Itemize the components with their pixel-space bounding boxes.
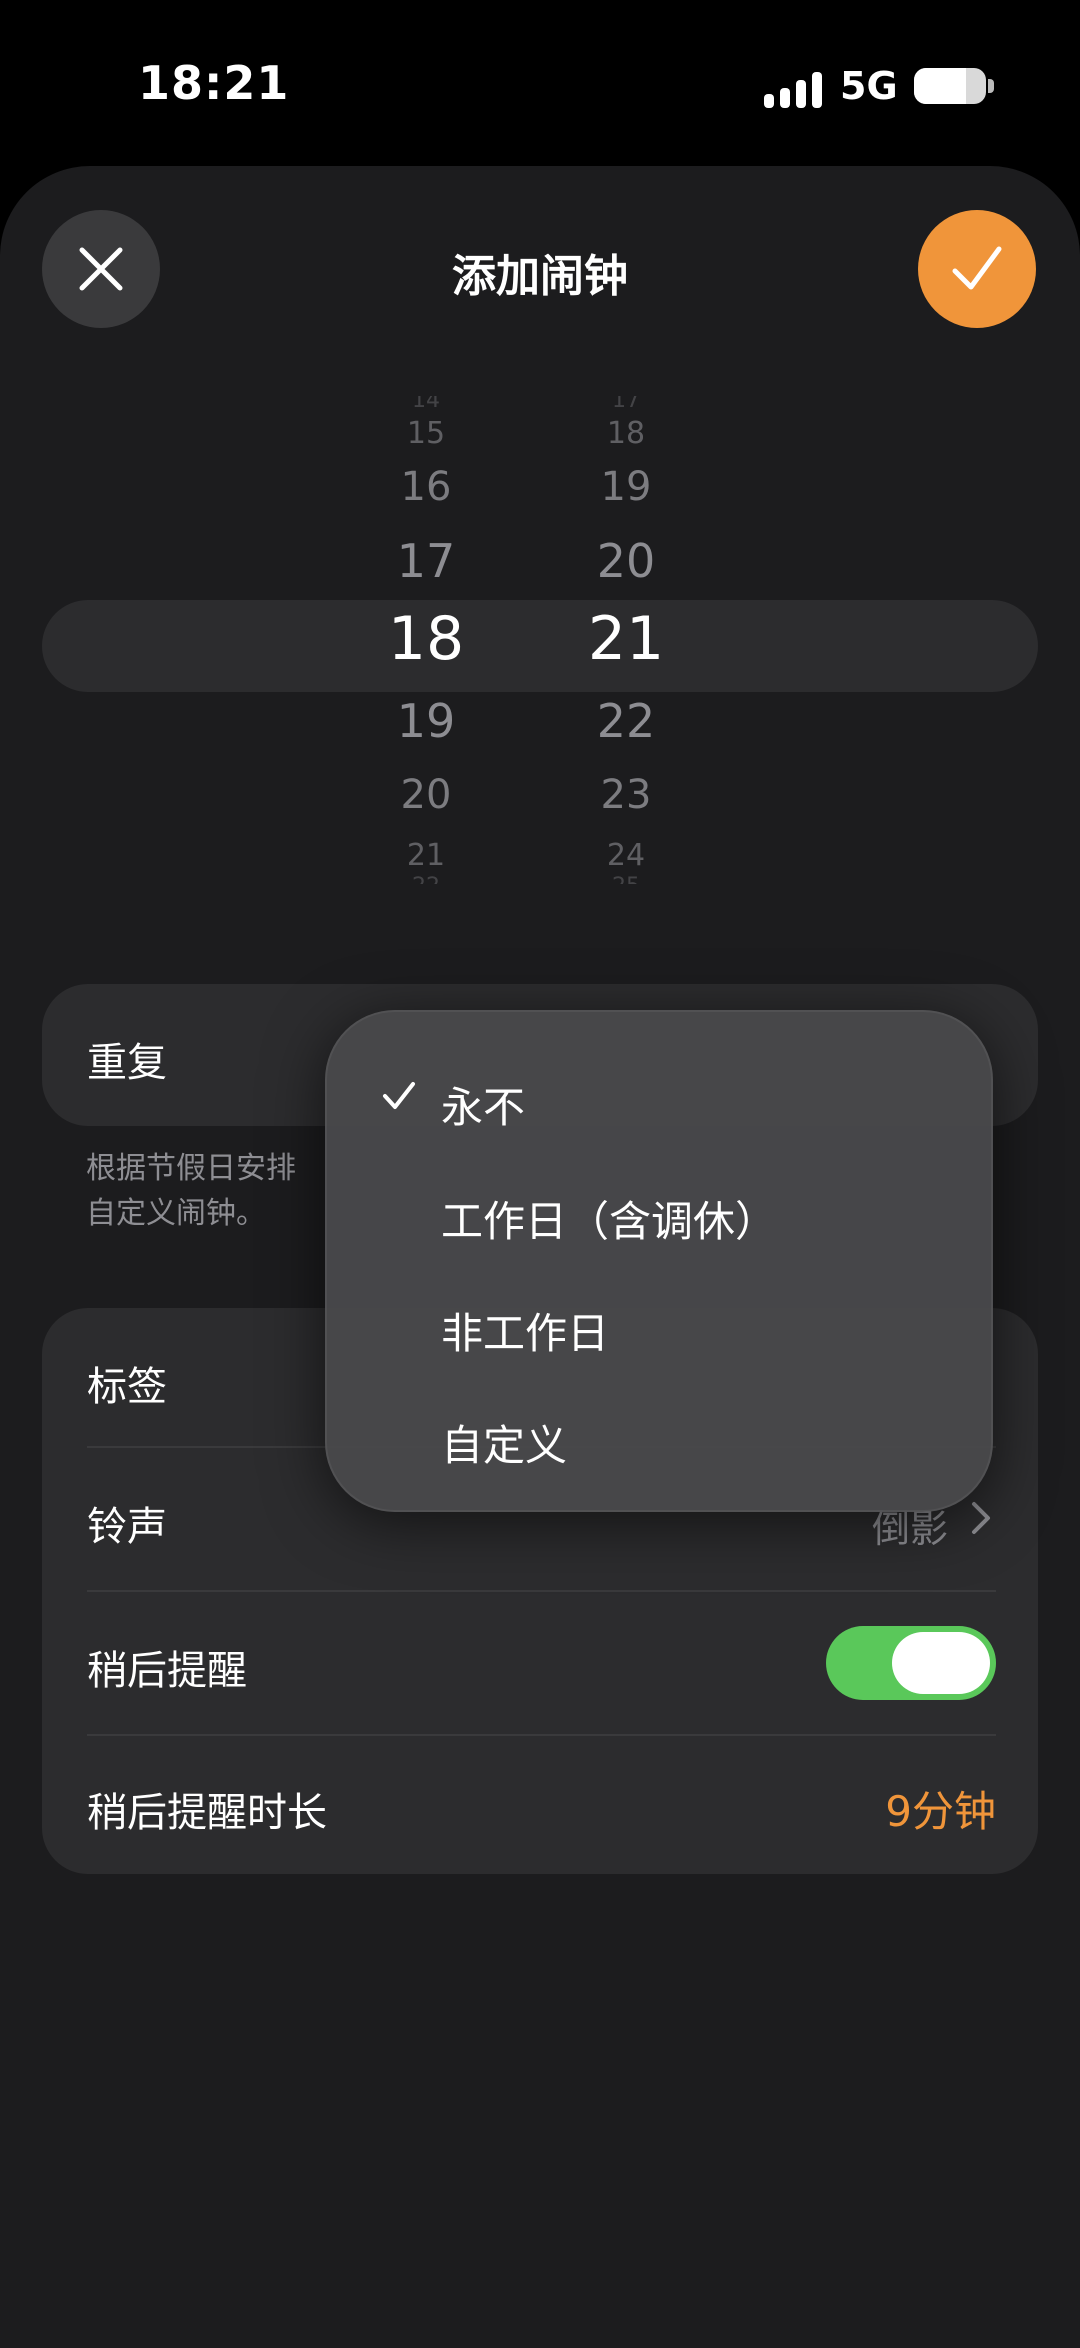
hour-option-17[interactable]: 17 (356, 534, 496, 588)
status-bar: 18:21 5G (0, 0, 1080, 160)
snooze-toggle[interactable] (826, 1626, 996, 1700)
menu-item-label: 非工作日 (441, 1309, 610, 1358)
hour-option-19[interactable]: 19 (356, 694, 496, 748)
repeat-label: 重复 (87, 1040, 167, 1086)
ringtone-label: 铃声 (87, 1504, 167, 1550)
battery-icon (914, 68, 986, 104)
checkmark-icon (383, 1082, 415, 1109)
hour-option-14[interactable]: 14 (356, 396, 496, 413)
minute-option-23[interactable]: 23 (556, 772, 696, 818)
chevron-right-icon (972, 1502, 990, 1534)
hour-option-16[interactable]: 16 (356, 464, 496, 510)
menu-item-non-workdays[interactable]: 非工作日 (327, 1270, 995, 1380)
minute-option-20[interactable]: 20 (556, 534, 696, 588)
hour-option-18[interactable]: 18 (356, 604, 496, 674)
repeat-dropdown-menu: 永不 工作日（含调休） 非工作日 自定义 (325, 1010, 993, 1512)
toggle-knob (892, 1632, 990, 1694)
hour-option-15[interactable]: 15 (356, 416, 496, 451)
battery-cap (988, 79, 994, 93)
hour-option-21[interactable]: 21 (356, 838, 496, 873)
status-time: 18:21 (138, 56, 290, 110)
signal-icon (764, 72, 822, 108)
snooze-label: 稍后提醒 (87, 1648, 247, 1694)
menu-item-label: 永不 (441, 1083, 526, 1132)
menu-item-label: 工作日（含调休） (441, 1197, 778, 1246)
checkmark-icon (952, 246, 1002, 290)
confirm-button[interactable] (918, 210, 1036, 328)
snooze-duration-row[interactable]: 稍后提醒时长 9分钟 (42, 1736, 1038, 1874)
hour-option-20[interactable]: 20 (356, 772, 496, 818)
hour-wheel[interactable]: 14 15 16 17 18 19 20 2122 (356, 396, 496, 884)
snooze-row: 稍后提醒 (42, 1592, 1038, 1734)
minute-option-22[interactable]: 22 (556, 694, 696, 748)
snooze-duration-label: 稍后提醒时长 (87, 1790, 327, 1836)
menu-item-custom[interactable]: 自定义 (327, 1382, 995, 1492)
minute-option-21[interactable]: 21 (556, 604, 696, 674)
menu-item-never[interactable]: 永不 (327, 1044, 995, 1154)
network-type: 5G (840, 64, 898, 108)
minute-option-25[interactable]: 25 (556, 874, 696, 884)
picker-selection-band (42, 600, 1038, 692)
minute-option-24[interactable]: 24 (556, 838, 696, 873)
tag-label: 标签 (87, 1364, 167, 1410)
minute-option-18[interactable]: 18 (556, 416, 696, 451)
menu-item-label: 自定义 (441, 1421, 568, 1470)
hour-option-22[interactable]: 22 (356, 874, 496, 884)
minute-option-17[interactable]: 17 (556, 396, 696, 413)
snooze-duration-value: 9分钟 (885, 1787, 996, 1836)
menu-item-workdays[interactable]: 工作日（含调休） (327, 1158, 995, 1268)
minute-wheel[interactable]: 17 18 19 20 21 22 23 2425 (556, 396, 696, 884)
minute-option-19[interactable]: 19 (556, 464, 696, 510)
